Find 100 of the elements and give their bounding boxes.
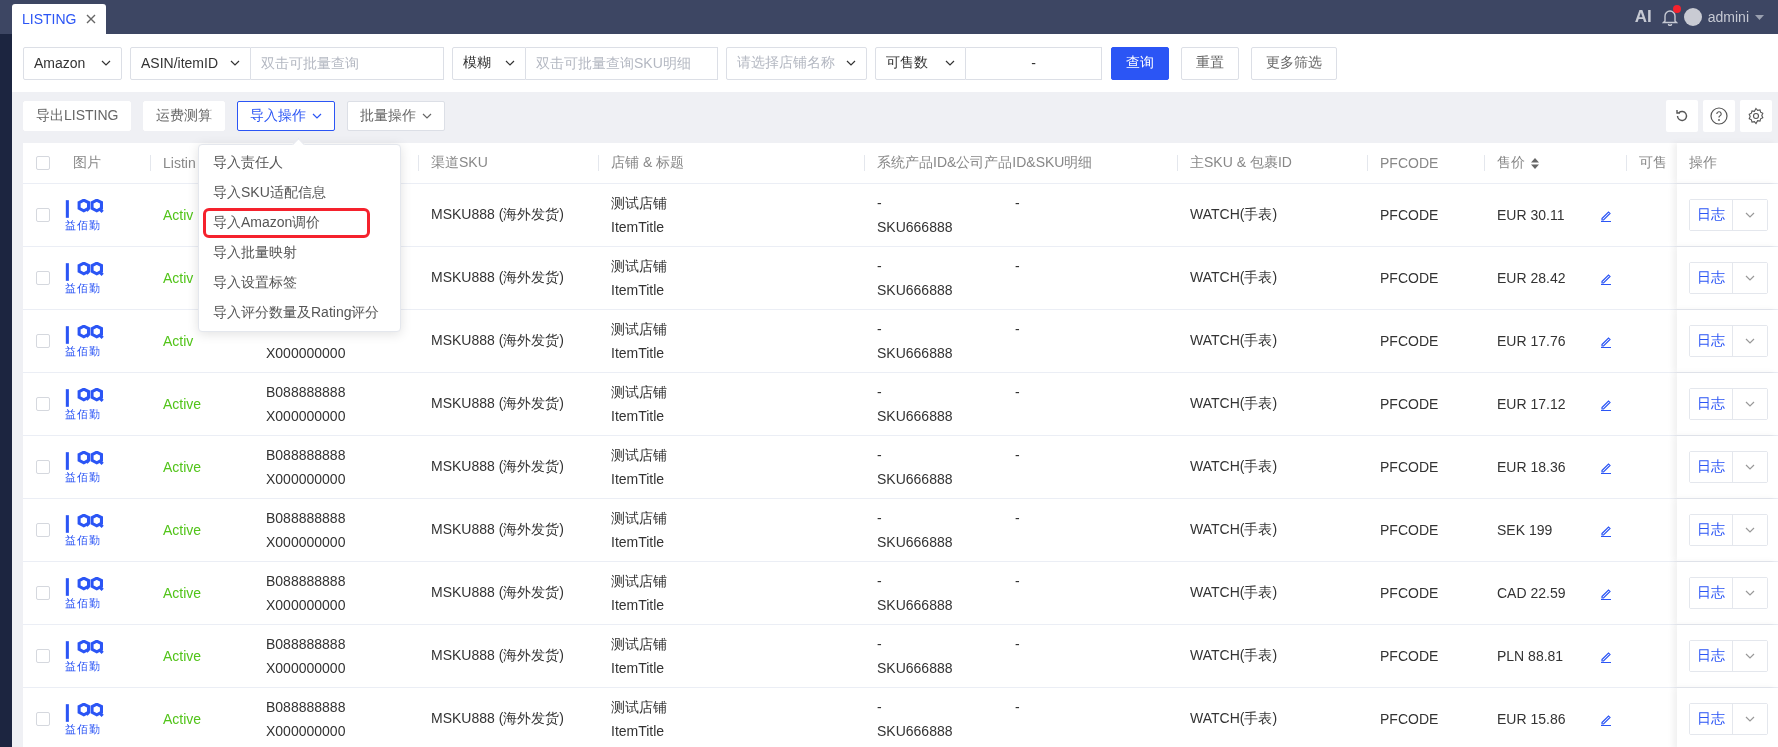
brand-name: 益佰勤 [65, 345, 101, 357]
sku-detail: SKU666888 [877, 722, 954, 741]
refresh-button[interactable] [1666, 100, 1698, 132]
log-button[interactable]: 日志 [1690, 452, 1733, 482]
bell-icon[interactable] [1661, 8, 1678, 26]
reset-button[interactable]: 重置 [1181, 46, 1239, 80]
dropdown-button[interactable]: 导入操作 [237, 101, 336, 131]
help-icon [1710, 107, 1728, 125]
asin-text: B088888888 [266, 383, 346, 402]
match-mode-select[interactable]: 模糊 [452, 46, 526, 80]
menu-item[interactable]: 导入评分数量及Rating评分 [199, 298, 400, 328]
company-product-id: - [1015, 446, 1021, 465]
log-button[interactable]: 日志 [1690, 704, 1733, 734]
system-product-id: - [877, 509, 883, 528]
asin-text: B088888888 [266, 698, 346, 717]
sku-detail: SKU666888 [877, 470, 954, 489]
chevron-down-icon [1745, 653, 1755, 659]
log-button[interactable]: 日志 [1690, 389, 1733, 419]
menu-item[interactable]: 导入SKU适配信息 [199, 178, 400, 208]
avatar[interactable] [1683, 8, 1702, 26]
row-checkbox[interactable] [36, 397, 50, 411]
price: EUR 18.36 [1497, 459, 1566, 475]
pencil-icon[interactable] [1600, 460, 1612, 474]
system-product-id: - [877, 194, 883, 213]
caret-icon[interactable] [1755, 14, 1764, 20]
sku-search-field[interactable]: 双击可批量查询SKU明细 [526, 46, 718, 80]
column-header: 店铺 & 标题 [611, 154, 685, 172]
menu-item[interactable]: 导入批量映射 [199, 238, 400, 268]
select-all-checkbox[interactable] [36, 156, 50, 170]
menu-item[interactable]: 导入设置标签 [199, 268, 400, 298]
pencil-icon[interactable] [1600, 586, 1612, 600]
channel-sku: MSKU888 (海外发货) [431, 206, 565, 224]
fnsku-text: X000000000 [266, 659, 346, 678]
id-type-select[interactable]: ASIN/itemID [130, 46, 251, 80]
price: EUR 17.76 [1497, 333, 1566, 349]
system-product-id: - [877, 320, 883, 339]
menu-item[interactable]: 导入Amazon调价 [203, 208, 370, 238]
pencil-icon[interactable] [1600, 523, 1612, 537]
log-button[interactable]: 日志 [1690, 515, 1733, 545]
pfcode: PFCODE [1380, 333, 1439, 349]
log-button[interactable]: 日志 [1690, 200, 1733, 230]
quantity-type-select[interactable]: 可售数 [875, 46, 966, 80]
log-button[interactable]: 日志 [1690, 326, 1733, 356]
log-button[interactable]: 日志 [1690, 578, 1733, 608]
pencil-icon[interactable] [1600, 397, 1612, 411]
store-name: 测试店铺 [611, 509, 667, 528]
pfcode: PFCODE [1380, 585, 1439, 601]
quantity-range-field[interactable]: - [966, 46, 1102, 80]
row-checkbox[interactable] [36, 271, 50, 285]
pencil-icon[interactable] [1600, 712, 1612, 726]
sku-detail: SKU666888 [877, 596, 954, 615]
search-button[interactable]: 查询 [1111, 46, 1169, 80]
row-checkbox[interactable] [36, 523, 50, 537]
log-button[interactable]: 日志 [1690, 641, 1733, 671]
help-button[interactable] [1703, 100, 1735, 132]
column-header: 图片 [73, 154, 101, 172]
column-header[interactable]: 售价 [1497, 154, 1525, 172]
platform-select[interactable]: Amazon [23, 46, 122, 80]
sort-icon[interactable] [1531, 157, 1539, 169]
row-checkbox[interactable] [36, 586, 50, 600]
logo-icon [65, 388, 105, 408]
main-sku: WATCH(手表) [1190, 206, 1278, 224]
chevron-down-icon [1745, 338, 1755, 344]
company-product-id: - [1015, 635, 1021, 654]
row-checkbox[interactable] [36, 334, 50, 348]
pencil-icon[interactable] [1600, 208, 1612, 222]
system-product-id: - [877, 446, 883, 465]
logo-icon [65, 262, 105, 282]
row-checkbox[interactable] [36, 649, 50, 663]
close-icon[interactable] [86, 14, 97, 24]
pencil-icon[interactable] [1600, 271, 1612, 285]
pencil-icon[interactable] [1600, 334, 1612, 348]
ai-label[interactable]: AI [1634, 7, 1652, 27]
status-text: Active [163, 585, 202, 601]
brand-name: 益佰勤 [65, 597, 101, 609]
row-checkbox[interactable] [36, 208, 50, 222]
store-name: 测试店铺 [611, 635, 667, 654]
more-filters-button[interactable]: 更多筛选 [1251, 46, 1337, 80]
user-name[interactable]: admini [1707, 9, 1749, 25]
company-product-id: - [1015, 572, 1021, 591]
id-search-field[interactable]: 双击可批量查询 [251, 46, 444, 80]
row-checkbox[interactable] [36, 712, 50, 726]
toolbar-button[interactable]: 运费测算 [143, 101, 226, 131]
dropdown-button[interactable]: 批量操作 [347, 101, 446, 131]
logo-icon [65, 325, 105, 345]
price: PLN 88.81 [1497, 648, 1564, 664]
menu-item[interactable]: 导入责任人 [199, 148, 400, 178]
pfcode: PFCODE [1380, 648, 1439, 664]
page-tab[interactable]: LISTING [12, 4, 107, 34]
main-sku: WATCH(手表) [1190, 521, 1278, 539]
fnsku-text: X000000000 [266, 344, 346, 363]
toolbar-button[interactable]: 导出LISTING [23, 101, 132, 131]
settings-button[interactable] [1740, 100, 1772, 132]
row-checkbox[interactable] [36, 460, 50, 474]
log-button[interactable]: 日志 [1690, 263, 1733, 293]
pencil-icon[interactable] [1600, 649, 1612, 663]
chevron-down-icon [312, 113, 323, 119]
item-title: ItemTitle [611, 344, 665, 363]
company-product-id: - [1015, 257, 1021, 276]
fnsku-text: X000000000 [266, 533, 346, 552]
